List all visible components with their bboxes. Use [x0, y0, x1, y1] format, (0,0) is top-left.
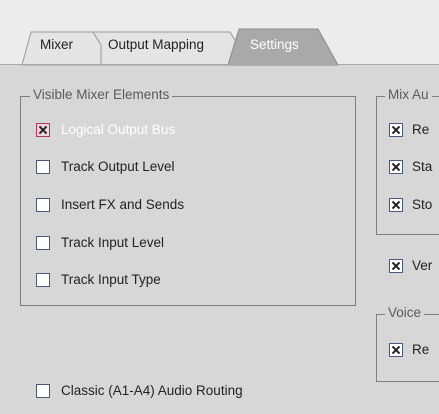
track-input-type-checkbox[interactable]	[36, 272, 50, 287]
visible-mixer-elements-legend: Visible Mixer Elements	[30, 87, 173, 102]
track-input-level-option[interactable]: Track Input Level	[36, 235, 164, 250]
mix-audio-checkbox-1[interactable]	[389, 122, 403, 137]
classic-routing-label: Classic (A1-A4) Audio Routing	[61, 383, 243, 398]
insert-fx-sends-option[interactable]: Insert FX and Sends	[36, 197, 184, 212]
classic-routing-checkbox[interactable]	[36, 383, 50, 398]
tab-settings[interactable]: Settings	[250, 37, 299, 52]
mix-audio-option-1[interactable]: Re	[389, 122, 429, 137]
mix-audio-checkbox-3[interactable]	[389, 197, 403, 212]
track-input-level-label: Track Input Level	[61, 235, 165, 250]
voice-label-1: Re	[412, 342, 430, 357]
mix-audio-checkbox-2[interactable]	[389, 159, 403, 174]
mix-audio-label-2: Sta	[412, 159, 433, 174]
track-input-type-option[interactable]: Track Input Type	[36, 272, 161, 287]
tab-baseline	[0, 64, 439, 65]
track-input-level-checkbox[interactable]	[36, 235, 50, 250]
track-output-level-option[interactable]: Track Output Level	[36, 159, 175, 174]
classic-routing-option[interactable]: Classic (A1-A4) Audio Routing	[36, 383, 243, 398]
mix-audio-option-2[interactable]: Sta	[389, 159, 432, 174]
mix-audio-label-3: Sto	[412, 197, 433, 212]
logical-output-bus-option[interactable]: Logical Output Bus	[36, 122, 175, 137]
mix-audio-label-1: Re	[412, 122, 430, 137]
voice-option-1[interactable]: Re	[389, 342, 429, 357]
voice-checkbox-1[interactable]	[389, 342, 403, 357]
mix-audio-option-3[interactable]: Sto	[389, 197, 432, 212]
standalone-label: Ver	[412, 258, 433, 273]
logical-output-bus-label: Logical Output Bus	[61, 122, 176, 137]
track-input-type-label: Track Input Type	[61, 272, 161, 287]
tab-shapes	[21, 28, 339, 66]
standalone-option[interactable]: Ver	[389, 258, 432, 273]
tab-output-mapping[interactable]: Output Mapping	[108, 37, 204, 52]
standalone-checkbox[interactable]	[389, 258, 403, 273]
logical-output-bus-checkbox[interactable]	[36, 122, 50, 137]
insert-fx-sends-checkbox[interactable]	[36, 197, 50, 212]
track-output-level-checkbox[interactable]	[36, 159, 50, 174]
mix-audio-legend: Mix Au	[385, 87, 432, 102]
insert-fx-sends-label: Insert FX and Sends	[61, 197, 185, 212]
track-output-level-label: Track Output Level	[61, 159, 175, 174]
voice-legend: Voice	[385, 305, 425, 320]
tab-mixer[interactable]: Mixer	[40, 37, 73, 52]
